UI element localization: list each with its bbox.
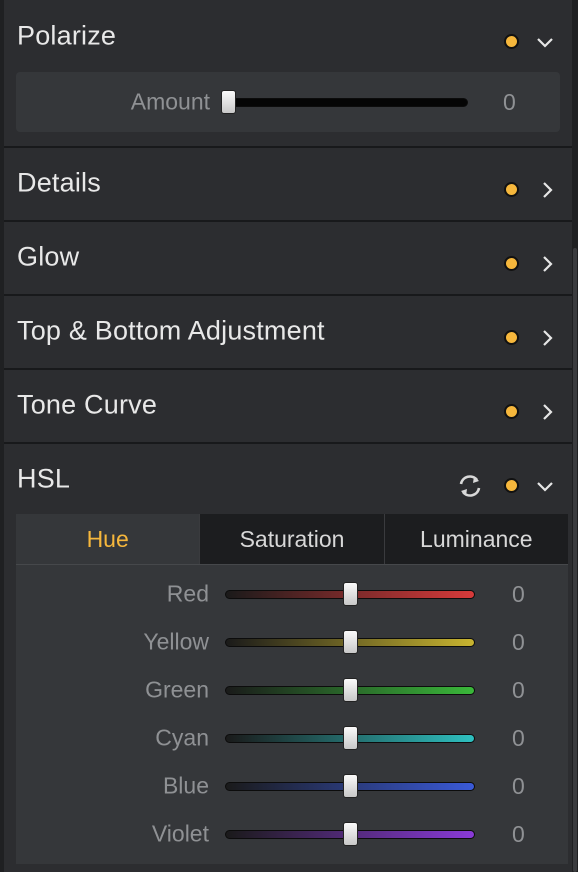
section-title: Details: [17, 167, 101, 198]
hsl-slider-thumb[interactable]: [342, 582, 358, 606]
hsl-row-value: 0: [512, 581, 525, 607]
hsl-slider-thumb[interactable]: [342, 678, 358, 702]
section-glow[interactable]: Glow: [4, 220, 572, 292]
hsl-row-value: 0: [512, 629, 525, 655]
hsl-row-value: 0: [512, 821, 525, 847]
tab-luminance[interactable]: Luminance: [384, 514, 568, 564]
scrollbar[interactable]: [572, 0, 578, 872]
hsl-row-blue: Blue 0: [16, 762, 568, 810]
enabled-dot-icon[interactable]: [504, 404, 519, 419]
hsl-row-green: Green 0: [16, 666, 568, 714]
hsl-slider-thumb[interactable]: [342, 726, 358, 750]
section-hsl[interactable]: HSL: [4, 442, 572, 514]
chevron-down-icon[interactable]: [535, 32, 555, 52]
amount-control: Amount 0: [16, 72, 560, 132]
hsl-row-red: Red 0: [16, 570, 568, 618]
amount-slider-track[interactable]: [227, 98, 468, 107]
section-polarize[interactable]: Polarize: [4, 0, 572, 72]
hsl-row-label: Red: [166, 580, 209, 607]
section-title: Top & Bottom Adjustment: [17, 315, 325, 346]
chevron-right-icon[interactable]: [537, 328, 557, 348]
chevron-right-icon[interactable]: [537, 402, 557, 422]
tab-saturation[interactable]: Saturation: [200, 514, 385, 564]
hsl-row-cyan: Cyan 0: [16, 714, 568, 762]
hsl-slider-thumb[interactable]: [342, 630, 358, 654]
scrollbar-thumb[interactable]: [573, 248, 577, 872]
section-title: Tone Curve: [17, 389, 158, 420]
enabled-dot-icon[interactable]: [504, 34, 519, 49]
section-top-bottom-adjustment[interactable]: Top & Bottom Adjustment: [4, 294, 572, 366]
chevron-right-icon[interactable]: [537, 180, 557, 200]
enabled-dot-icon[interactable]: [504, 182, 519, 197]
hsl-row-yellow: Yellow 0: [16, 618, 568, 666]
hsl-slider-thumb[interactable]: [342, 774, 358, 798]
hsl-row-label: Green: [145, 676, 209, 703]
section-title: HSL: [17, 463, 71, 494]
hsl-row-label: Violet: [151, 820, 209, 847]
sync-icon[interactable]: [456, 472, 484, 500]
amount-value: 0: [503, 89, 516, 115]
enabled-dot-icon[interactable]: [504, 256, 519, 271]
hsl-row-label: Blue: [162, 772, 209, 799]
hsl-row-value: 0: [512, 773, 525, 799]
hsl-row-violet: Violet 0: [16, 810, 568, 858]
hsl-row-label: Cyan: [155, 724, 209, 751]
hsl-row-value: 0: [512, 677, 525, 703]
section-title: Polarize: [17, 20, 117, 51]
enabled-dot-icon[interactable]: [504, 478, 519, 493]
chevron-down-icon[interactable]: [535, 476, 555, 496]
hsl-panel: Hue Saturation Luminance Red 0 Yellow 0 Gree…: [16, 514, 568, 864]
amount-slider-thumb[interactable]: [221, 90, 236, 114]
section-tone-curve[interactable]: Tone Curve: [4, 368, 572, 440]
hsl-tabs: Hue Saturation Luminance: [16, 514, 568, 564]
section-title: Glow: [17, 241, 80, 272]
hsl-slider-thumb[interactable]: [342, 822, 358, 846]
hsl-divider: [16, 564, 568, 565]
hsl-row-label: Yellow: [143, 628, 209, 655]
hsl-row-value: 0: [512, 725, 525, 751]
section-details[interactable]: Details: [4, 146, 572, 218]
tab-hue[interactable]: Hue: [16, 514, 201, 564]
enabled-dot-icon[interactable]: [504, 330, 519, 345]
amount-label: Amount: [130, 88, 210, 115]
chevron-right-icon[interactable]: [537, 254, 557, 274]
